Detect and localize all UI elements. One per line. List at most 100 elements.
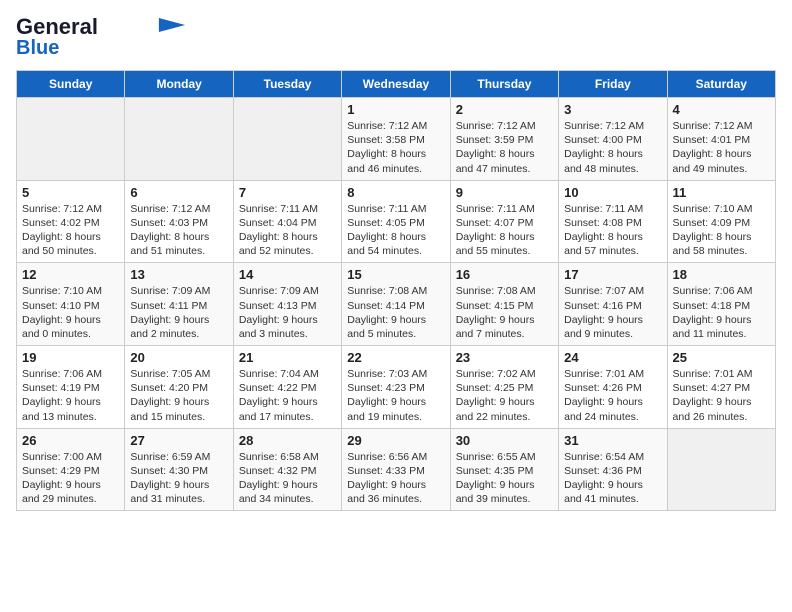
- day-info: Sunrise: 7:09 AM Sunset: 4:11 PM Dayligh…: [130, 284, 227, 341]
- day-number: 20: [130, 350, 227, 365]
- calendar-cell: 21Sunrise: 7:04 AM Sunset: 4:22 PM Dayli…: [233, 346, 341, 429]
- day-info: Sunrise: 7:11 AM Sunset: 4:05 PM Dayligh…: [347, 202, 444, 259]
- day-info: Sunrise: 7:12 AM Sunset: 3:59 PM Dayligh…: [456, 119, 553, 176]
- day-number: 29: [347, 433, 444, 448]
- calendar-cell: 27 Sunrise: 6:59 AM Sunset: 4:30 PM Dayli…: [125, 428, 233, 511]
- week-row-1: 1 Sunrise: 7:12 AM Sunset: 3:58 PM Daylig…: [17, 98, 776, 181]
- calendar-body: 1 Sunrise: 7:12 AM Sunset: 3:58 PM Daylig…: [17, 98, 776, 511]
- calendar-cell: 8 Sunrise: 7:11 AM Sunset: 4:05 PM Daylig…: [342, 180, 450, 263]
- calendar-cell: 25 Sunrise: 7:01 AM Sunset: 4:27 PM Dayli…: [667, 346, 775, 429]
- day-number: 18: [673, 267, 770, 282]
- logo: General Blue: [16, 16, 186, 58]
- calendar-cell: 3 Sunrise: 7:12 AM Sunset: 4:00 PM Daylig…: [559, 98, 667, 181]
- calendar-cell: 20 Sunrise: 7:05 AM Sunset: 4:20 PM Dayli…: [125, 346, 233, 429]
- day-info: Sunrise: 6:54 AM Sunset: 4:36 PM Dayligh…: [564, 450, 661, 507]
- week-row-2: 5 Sunrise: 7:12 AM Sunset: 4:02 PM Daylig…: [17, 180, 776, 263]
- day-number: 4: [673, 102, 770, 117]
- day-info: Sunrise: 7:02 AM Sunset: 4:25 PM Dayligh…: [456, 367, 553, 424]
- day-number: 12: [22, 267, 119, 282]
- day-info: Sunrise: 7:12 AM Sunset: 4:02 PM Dayligh…: [22, 202, 119, 259]
- day-info: Sunrise: 7:11 AM Sunset: 4:04 PM Dayligh…: [239, 202, 336, 259]
- week-row-5: 26Sunrise: 7:00 AM Sunset: 4:29 PM Dayli…: [17, 428, 776, 511]
- day-number: 5: [22, 185, 119, 200]
- day-number: 15: [347, 267, 444, 282]
- calendar-cell: 1 Sunrise: 7:12 AM Sunset: 3:58 PM Daylig…: [342, 98, 450, 181]
- day-info: Sunrise: 6:59 AM Sunset: 4:30 PM Dayligh…: [130, 450, 227, 507]
- day-number: 11: [673, 185, 770, 200]
- dow-friday: Friday: [559, 71, 667, 98]
- day-number: 1: [347, 102, 444, 117]
- day-number: 3: [564, 102, 661, 117]
- day-info: Sunrise: 7:11 AM Sunset: 4:08 PM Dayligh…: [564, 202, 661, 259]
- dow-wednesday: Wednesday: [342, 71, 450, 98]
- dow-sunday: Sunday: [17, 71, 125, 98]
- calendar-cell: 17 Sunrise: 7:07 AM Sunset: 4:16 PM Dayli…: [559, 263, 667, 346]
- day-info: Sunrise: 7:03 AM Sunset: 4:23 PM Dayligh…: [347, 367, 444, 424]
- day-number: 9: [456, 185, 553, 200]
- day-info: Sunrise: 7:07 AM Sunset: 4:16 PM Dayligh…: [564, 284, 661, 341]
- calendar-cell: [17, 98, 125, 181]
- day-info: Sunrise: 6:55 AM Sunset: 4:35 PM Dayligh…: [456, 450, 553, 507]
- calendar-cell: 12Sunrise: 7:10 AM Sunset: 4:10 PM Dayli…: [17, 263, 125, 346]
- calendar-cell: [125, 98, 233, 181]
- day-number: 2: [456, 102, 553, 117]
- day-info: Sunrise: 7:08 AM Sunset: 4:14 PM Dayligh…: [347, 284, 444, 341]
- calendar-cell: 13 Sunrise: 7:09 AM Sunset: 4:11 PM Dayli…: [125, 263, 233, 346]
- calendar-cell: 4 Sunrise: 7:12 AM Sunset: 4:01 PM Daylig…: [667, 98, 775, 181]
- day-info: Sunrise: 7:12 AM Sunset: 3:58 PM Dayligh…: [347, 119, 444, 176]
- calendar-cell: 11 Sunrise: 7:10 AM Sunset: 4:09 PM Dayli…: [667, 180, 775, 263]
- logo-icon: [158, 18, 186, 32]
- calendar-cell: 15 Sunrise: 7:08 AM Sunset: 4:14 PM Dayli…: [342, 263, 450, 346]
- calendar-cell: [667, 428, 775, 511]
- calendar-cell: 24Sunrise: 7:01 AM Sunset: 4:26 PM Dayli…: [559, 346, 667, 429]
- day-number: 21: [239, 350, 336, 365]
- calendar-cell: 22 Sunrise: 7:03 AM Sunset: 4:23 PM Dayli…: [342, 346, 450, 429]
- day-number: 25: [673, 350, 770, 365]
- day-number: 19: [22, 350, 119, 365]
- day-number: 7: [239, 185, 336, 200]
- day-number: 28: [239, 433, 336, 448]
- day-info: Sunrise: 7:10 AM Sunset: 4:09 PM Dayligh…: [673, 202, 770, 259]
- calendar-cell: [233, 98, 341, 181]
- day-number: 27: [130, 433, 227, 448]
- dow-thursday: Thursday: [450, 71, 558, 98]
- dow-tuesday: Tuesday: [233, 71, 341, 98]
- day-info: Sunrise: 7:12 AM Sunset: 4:00 PM Dayligh…: [564, 119, 661, 176]
- day-number: 30: [456, 433, 553, 448]
- day-info: Sunrise: 7:12 AM Sunset: 4:03 PM Dayligh…: [130, 202, 227, 259]
- dow-saturday: Saturday: [667, 71, 775, 98]
- day-number: 17: [564, 267, 661, 282]
- day-info: Sunrise: 7:08 AM Sunset: 4:15 PM Dayligh…: [456, 284, 553, 341]
- day-number: 14: [239, 267, 336, 282]
- day-number: 31: [564, 433, 661, 448]
- day-number: 10: [564, 185, 661, 200]
- day-number: 13: [130, 267, 227, 282]
- day-number: 16: [456, 267, 553, 282]
- day-info: Sunrise: 7:12 AM Sunset: 4:01 PM Dayligh…: [673, 119, 770, 176]
- days-of-week-row: SundayMondayTuesdayWednesdayThursdayFrid…: [17, 71, 776, 98]
- calendar-cell: 28 Sunrise: 6:58 AM Sunset: 4:32 PM Dayli…: [233, 428, 341, 511]
- dow-monday: Monday: [125, 71, 233, 98]
- calendar-cell: 26Sunrise: 7:00 AM Sunset: 4:29 PM Dayli…: [17, 428, 125, 511]
- day-info: Sunrise: 7:09 AM Sunset: 4:13 PM Dayligh…: [239, 284, 336, 341]
- day-info: Sunrise: 7:06 AM Sunset: 4:18 PM Dayligh…: [673, 284, 770, 341]
- logo-text: General: [16, 16, 98, 38]
- calendar-cell: 30 Sunrise: 6:55 AM Sunset: 4:35 PM Dayli…: [450, 428, 558, 511]
- calendar-cell: 7 Sunrise: 7:11 AM Sunset: 4:04 PM Daylig…: [233, 180, 341, 263]
- page-header: General Blue: [16, 16, 776, 58]
- day-number: 22: [347, 350, 444, 365]
- day-info: Sunrise: 7:01 AM Sunset: 4:27 PM Dayligh…: [673, 367, 770, 424]
- day-info: Sunrise: 7:06 AM Sunset: 4:19 PM Dayligh…: [22, 367, 119, 424]
- day-number: 26: [22, 433, 119, 448]
- week-row-3: 12Sunrise: 7:10 AM Sunset: 4:10 PM Dayli…: [17, 263, 776, 346]
- calendar-cell: 23Sunrise: 7:02 AM Sunset: 4:25 PM Dayli…: [450, 346, 558, 429]
- day-info: Sunrise: 6:58 AM Sunset: 4:32 PM Dayligh…: [239, 450, 336, 507]
- calendar-table: SundayMondayTuesdayWednesdayThursdayFrid…: [16, 70, 776, 511]
- day-number: 6: [130, 185, 227, 200]
- day-number: 8: [347, 185, 444, 200]
- calendar-cell: 29Sunrise: 6:56 AM Sunset: 4:33 PM Dayli…: [342, 428, 450, 511]
- day-info: Sunrise: 7:05 AM Sunset: 4:20 PM Dayligh…: [130, 367, 227, 424]
- day-info: Sunrise: 7:01 AM Sunset: 4:26 PM Dayligh…: [564, 367, 661, 424]
- day-info: Sunrise: 7:11 AM Sunset: 4:07 PM Dayligh…: [456, 202, 553, 259]
- calendar-cell: 16 Sunrise: 7:08 AM Sunset: 4:15 PM Dayli…: [450, 263, 558, 346]
